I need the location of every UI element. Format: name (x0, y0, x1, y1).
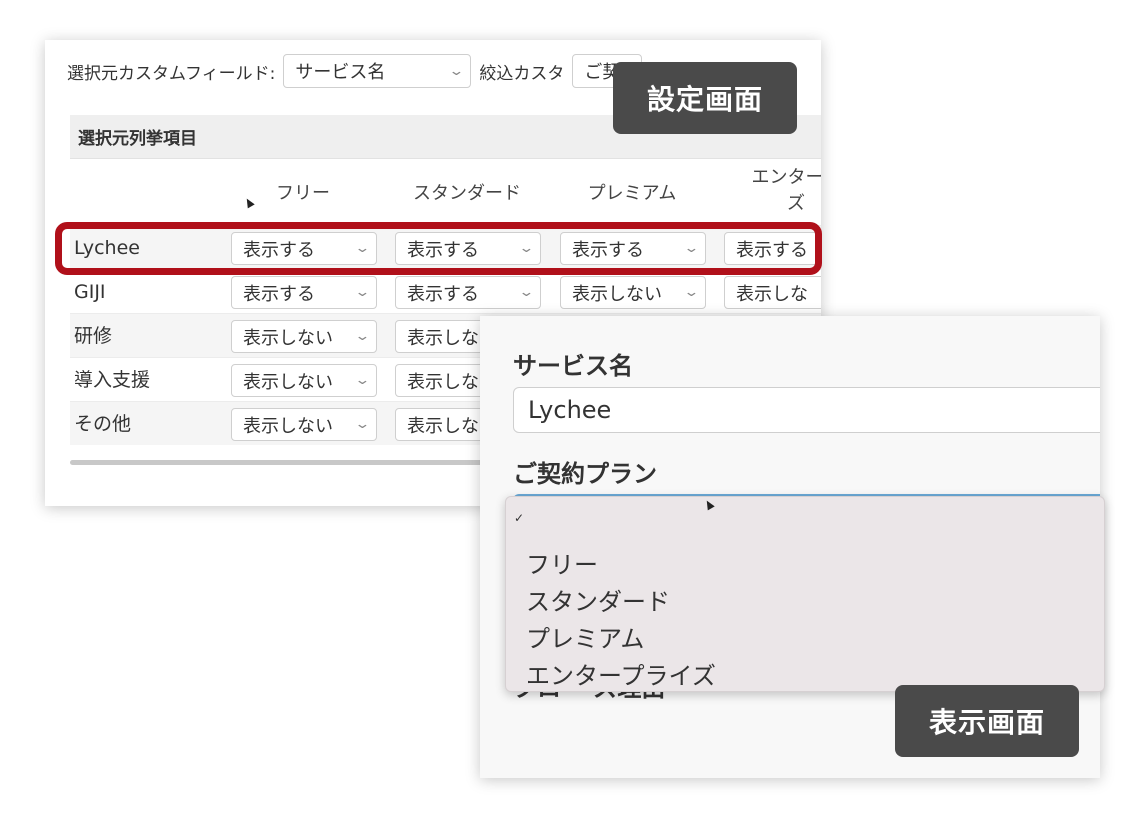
column-header-enterprise: エンタープ ズ (751, 167, 821, 214)
column-header-standard: スタンダード (413, 183, 521, 204)
row-label: 研修 (74, 325, 113, 347)
settings-screen-tag: 設定画面 (613, 62, 797, 134)
table-row: GIJI 表示する ⌄ 表示する ⌄ 表示しない ⌄ 表示しな (70, 269, 821, 313)
service-name-label: サービス名 (513, 352, 633, 380)
display-screen-tag: 表示画面 (895, 685, 1079, 757)
chevron-down-icon: ⌄ (518, 285, 535, 300)
visibility-select[interactable]: 表示する (724, 232, 821, 265)
column-header-premium: プレミアム (587, 183, 677, 204)
dropdown-option[interactable]: スタンダード (526, 582, 670, 617)
visibility-select[interactable]: 表示する ⌄ (560, 232, 706, 265)
table-row: Lychee 表示する ⌄ 表示する ⌄ 表示する ⌄ 表示する (70, 225, 821, 269)
chevron-down-icon: ⌄ (354, 241, 371, 256)
plan-dropdown-list: ✓ フリー スタンダード プレミアム エンタープライズ (505, 496, 1105, 692)
column-header-row: フリー スタンダード プレミアム エンタープ ズ (70, 159, 821, 225)
visibility-select[interactable]: 表示しな (724, 276, 821, 309)
row-label: 導入支援 (74, 369, 151, 391)
chevron-down-icon: ⌄ (354, 329, 371, 344)
visibility-select[interactable]: 表示しない ⌄ (231, 408, 377, 441)
source-field-select[interactable]: サービス名 ⌄ (283, 54, 472, 88)
row-label: その他 (74, 413, 132, 435)
field-selector-row: 選択元カスタムフィールド: サービス名 ⌄ 絞込カスタ ご契 (67, 54, 643, 88)
chevron-down-icon: ⌄ (448, 63, 466, 79)
visibility-select[interactable]: 表示しない ⌄ (231, 364, 377, 397)
row-label: GIJI (74, 281, 106, 303)
chevron-down-icon: ⌄ (354, 417, 371, 432)
visibility-select[interactable]: 表示しない ⌄ (231, 320, 377, 353)
chevron-down-icon: ⌄ (683, 241, 700, 256)
visibility-select[interactable]: 表示する ⌄ (395, 276, 541, 309)
visibility-select[interactable]: 表示する ⌄ (395, 232, 541, 265)
source-field-label: 選択元カスタムフィールド: (67, 63, 276, 84)
source-field-value: サービス名 (295, 62, 386, 83)
visibility-select[interactable]: 表示する ⌄ (231, 276, 377, 309)
service-name-input[interactable]: Lychee (513, 387, 1100, 433)
visibility-select[interactable]: 表示しない ⌄ (560, 276, 706, 309)
check-icon: ✓ (514, 511, 525, 525)
contract-plan-label: ご契約プラン (513, 460, 657, 488)
chevron-down-icon: ⌄ (354, 373, 371, 388)
row-label: Lychee (74, 237, 140, 259)
chevron-down-icon: ⌄ (518, 241, 535, 256)
chevron-down-icon: ⌄ (354, 285, 371, 300)
dropdown-option[interactable]: プレミアム (526, 619, 644, 654)
dropdown-option[interactable]: エンタープライズ (526, 656, 716, 691)
chevron-down-icon: ⌄ (683, 285, 700, 300)
dropdown-option[interactable]: フリー (526, 545, 598, 580)
visibility-select[interactable]: 表示する ⌄ (231, 232, 377, 265)
filter-field-label: 絞込カスタ (479, 63, 565, 84)
